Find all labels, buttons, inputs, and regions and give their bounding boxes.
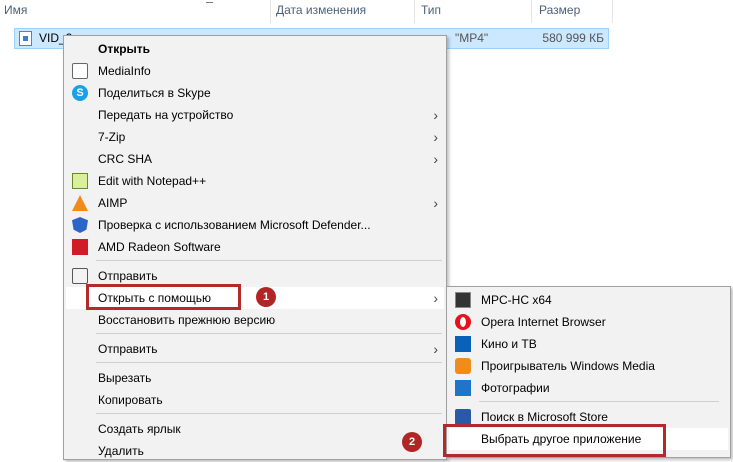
- amd-icon: [72, 239, 88, 255]
- menu-item-mediainfo[interactable]: MediaInfo: [66, 60, 444, 82]
- menu-item-restore-previous[interactable]: Восстановить прежнюю версию: [66, 309, 444, 331]
- column-divider[interactable]: [414, 0, 415, 23]
- menu-item-label: Проверка с использованием Microsoft Defe…: [98, 218, 371, 232]
- aimp-icon: [72, 195, 88, 211]
- menu-item-label: Edit with Notepad++: [98, 174, 207, 188]
- column-divider[interactable]: [612, 0, 613, 23]
- column-header: Имя Дата изменения Тип Размер: [0, 0, 733, 23]
- menu-item-crc-sha[interactable]: CRC SHA ›: [66, 148, 444, 170]
- notepadpp-icon: [72, 173, 88, 189]
- column-type[interactable]: Тип: [421, 0, 441, 23]
- windows-media-player-icon: [455, 358, 471, 374]
- chevron-right-icon: ›: [433, 129, 438, 145]
- menu-item-label: Открыть: [98, 42, 151, 56]
- menu-item-label: Передать на устройство: [98, 108, 234, 122]
- chevron-right-icon: ›: [433, 151, 438, 167]
- submenu-item-label: MPC-HC x64: [481, 293, 552, 307]
- chevron-right-icon: ›: [433, 341, 438, 357]
- menu-item-label: Отправить: [98, 342, 158, 356]
- menu-item-label: AIMP: [98, 196, 128, 210]
- menu-item-label: Вырезать: [98, 371, 152, 385]
- skype-icon: S: [72, 85, 88, 101]
- file-type: "MP4": [455, 31, 489, 45]
- mpc-hc-icon: [455, 292, 471, 308]
- highlight-box-choose-app: [443, 424, 666, 457]
- step-badge-2: 2: [402, 432, 422, 452]
- menu-item-amd-radeon[interactable]: AMD Radeon Software: [66, 236, 444, 258]
- menu-separator: [96, 333, 442, 334]
- menu-item-open[interactable]: Открыть: [66, 38, 444, 60]
- menu-item-label: CRC SHA: [98, 152, 153, 166]
- microsoft-store-icon: [455, 409, 471, 425]
- menu-separator: [479, 401, 719, 402]
- defender-icon: [72, 217, 88, 233]
- menu-item-label: AMD Radeon Software: [98, 240, 221, 254]
- opera-icon: [455, 314, 471, 330]
- photos-icon: [455, 380, 471, 396]
- submenu-item-movies-tv[interactable]: Кино и ТВ: [449, 333, 728, 355]
- menu-separator: [96, 413, 442, 414]
- menu-item-copy[interactable]: Копировать: [66, 389, 444, 411]
- menu-item-label: Восстановить прежнюю версию: [98, 313, 276, 327]
- menu-item-aimp[interactable]: AIMP ›: [66, 192, 444, 214]
- menu-item-share-skype[interactable]: S Поделиться в Skype: [66, 82, 444, 104]
- menu-item-label: Поделиться в Skype: [98, 86, 211, 100]
- submenu-item-mpc-hc[interactable]: MPC-HC x64: [449, 289, 728, 311]
- video-file-icon: [19, 31, 32, 46]
- chevron-right-icon: ›: [433, 107, 438, 123]
- menu-item-notepadpp[interactable]: Edit with Notepad++: [66, 170, 444, 192]
- menu-separator: [96, 260, 442, 261]
- submenu-item-label: Кино и ТВ: [481, 337, 537, 351]
- context-menu: Открыть MediaInfo S Поделиться в Skype П…: [63, 35, 447, 460]
- submenu-item-label: Проигрыватель Windows Media: [481, 359, 655, 373]
- menu-item-defender-scan[interactable]: Проверка с использованием Microsoft Defe…: [66, 214, 444, 236]
- submenu-item-photos[interactable]: Фотографии: [449, 377, 728, 399]
- submenu-item-label: Фотографии: [481, 381, 550, 395]
- movies-tv-icon: [455, 336, 471, 352]
- column-size[interactable]: Размер: [539, 0, 580, 23]
- highlight-box-open-with: [86, 284, 241, 310]
- menu-item-label: Создать ярлык: [98, 422, 181, 436]
- submenu-item-opera[interactable]: Opera Internet Browser: [449, 311, 728, 333]
- share-icon: [72, 268, 88, 284]
- chevron-right-icon: ›: [433, 195, 438, 211]
- submenu-item-windows-media-player[interactable]: Проигрыватель Windows Media: [449, 355, 728, 377]
- step-badge-1: 1: [256, 287, 276, 307]
- menu-item-label: MediaInfo: [98, 64, 151, 78]
- menu-item-7zip[interactable]: 7-Zip ›: [66, 126, 444, 148]
- menu-item-label: Копировать: [98, 393, 163, 407]
- menu-item-delete[interactable]: Удалить: [66, 440, 444, 462]
- file-size: 580 999 КБ: [542, 31, 604, 45]
- menu-separator: [96, 362, 442, 363]
- menu-item-label: Удалить: [98, 444, 144, 458]
- menu-item-label: 7-Zip: [98, 130, 126, 144]
- menu-item-send-to[interactable]: Отправить ›: [66, 338, 444, 360]
- column-name[interactable]: Имя: [4, 0, 27, 23]
- column-divider[interactable]: [531, 0, 532, 23]
- column-divider[interactable]: [270, 0, 271, 23]
- submenu-item-label: Opera Internet Browser: [481, 315, 606, 329]
- mediainfo-icon: [72, 63, 88, 79]
- column-date-modified[interactable]: Дата изменения: [276, 0, 366, 23]
- menu-item-cut[interactable]: Вырезать: [66, 367, 444, 389]
- menu-item-cast-to-device[interactable]: Передать на устройство ›: [66, 104, 444, 126]
- chevron-right-icon: ›: [433, 290, 438, 306]
- menu-item-create-shortcut[interactable]: Создать ярлык: [66, 418, 444, 440]
- sort-indicator-icon: [206, 0, 213, 3]
